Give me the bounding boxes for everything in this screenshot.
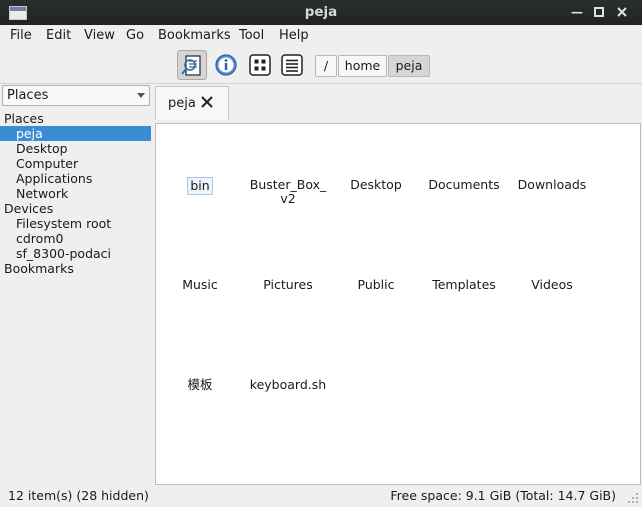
file-item[interactable]: keyboard.sh bbox=[244, 377, 332, 393]
file-item[interactable]: Desktop bbox=[332, 177, 420, 193]
file-name: Templates bbox=[432, 277, 496, 292]
file-item[interactable]: Downloads bbox=[508, 177, 596, 193]
icon-view-button[interactable] bbox=[245, 50, 275, 80]
search-view-icon bbox=[181, 55, 201, 76]
detail-view-icon bbox=[281, 54, 303, 76]
places-dropdown-label: Places bbox=[7, 88, 49, 103]
tree-item-network[interactable]: Network bbox=[0, 186, 153, 201]
menu-file[interactable]: File bbox=[10, 28, 32, 43]
file-name: Downloads bbox=[517, 177, 587, 192]
menu-view[interactable]: View bbox=[84, 28, 115, 43]
file-item[interactable]: Pictures bbox=[244, 277, 332, 293]
search-view-button[interactable] bbox=[177, 50, 207, 80]
places-dropdown[interactable]: Places bbox=[2, 85, 150, 106]
file-name: Buster_Box_ v2 bbox=[249, 177, 327, 206]
status-bar: 12 item(s) (28 hidden) Free space: 9.1 G… bbox=[0, 485, 642, 507]
file-name: Desktop bbox=[350, 177, 402, 192]
item-count: 12 item(s) (28 hidden) bbox=[8, 488, 149, 503]
file-name: Music bbox=[182, 277, 218, 292]
resize-grip-icon[interactable] bbox=[627, 492, 639, 504]
title-bar[interactable]: peja — bbox=[0, 0, 642, 25]
menu-go[interactable]: Go bbox=[126, 28, 144, 43]
file-name: bin bbox=[187, 177, 213, 195]
file-name: Public bbox=[357, 277, 395, 292]
places-tree: Places peja Desktop Computer Application… bbox=[0, 111, 153, 276]
info-button[interactable] bbox=[211, 50, 241, 80]
breadcrumb-peja[interactable]: peja bbox=[388, 55, 430, 77]
window-title: peja bbox=[304, 4, 338, 20]
file-item[interactable]: Public bbox=[332, 277, 420, 293]
file-item[interactable]: Templates bbox=[420, 277, 508, 293]
tree-header-bookmarks[interactable]: Bookmarks bbox=[0, 261, 153, 276]
file-item[interactable]: 模板 bbox=[156, 377, 244, 393]
menu-edit[interactable]: Edit bbox=[46, 28, 71, 43]
breadcrumb-root[interactable]: / bbox=[315, 55, 337, 77]
tree-item-computer[interactable]: Computer bbox=[0, 156, 153, 171]
info-icon bbox=[215, 54, 237, 76]
tree-header-places[interactable]: Places bbox=[0, 111, 153, 126]
file-item[interactable]: Documents bbox=[420, 177, 508, 193]
file-name: keyboard.sh bbox=[249, 377, 327, 392]
chevron-down-icon bbox=[137, 93, 145, 98]
breadcrumb-home[interactable]: home bbox=[338, 55, 387, 77]
file-item[interactable]: Videos bbox=[508, 277, 596, 293]
tree-header-devices[interactable]: Devices bbox=[0, 201, 153, 216]
close-window-icon[interactable] bbox=[614, 4, 630, 20]
file-name: Documents bbox=[428, 177, 500, 192]
detail-view-button[interactable] bbox=[277, 50, 307, 80]
menu-tool[interactable]: Tool bbox=[239, 28, 264, 43]
tab-label: peja bbox=[168, 96, 196, 111]
tree-item-sf-8300-podaci[interactable]: sf_8300-podaci bbox=[0, 246, 153, 261]
free-space: Free space: 9.1 GiB (Total: 14.7 GiB) bbox=[390, 488, 616, 503]
minimize-icon[interactable]: — bbox=[569, 4, 585, 20]
toolbar: / home peja bbox=[0, 46, 642, 84]
tab-bar: peja bbox=[155, 84, 642, 124]
menu-bookmarks[interactable]: Bookmarks bbox=[158, 28, 231, 43]
file-view[interactable]: bin Buster_Box_ v2 Desktop Documents Down… bbox=[155, 123, 641, 485]
menu-bar: File Edit View Go Bookmarks Tool Help bbox=[0, 25, 642, 46]
file-name: Pictures bbox=[263, 277, 313, 292]
file-item[interactable]: Buster_Box_ v2 bbox=[244, 177, 332, 207]
file-name: Videos bbox=[531, 277, 573, 292]
file-item[interactable]: bin bbox=[156, 177, 244, 195]
tree-item-filesystem-root[interactable]: Filesystem root bbox=[0, 216, 153, 231]
tab-peja[interactable]: peja bbox=[155, 86, 229, 120]
tree-item-cdrom0[interactable]: cdrom0 bbox=[0, 231, 153, 246]
tree-item-applications[interactable]: Applications bbox=[0, 171, 153, 186]
icon-view-icon bbox=[249, 54, 271, 76]
file-item[interactable]: Music bbox=[156, 277, 244, 293]
tree-item-desktop[interactable]: Desktop bbox=[0, 141, 153, 156]
side-panel: Places Places peja Desktop Computer Appl… bbox=[0, 84, 153, 485]
close-tab-icon[interactable] bbox=[200, 95, 214, 113]
file-name: 模板 bbox=[187, 377, 213, 392]
menu-help[interactable]: Help bbox=[279, 28, 309, 43]
tree-item-peja[interactable]: peja bbox=[0, 126, 151, 141]
maximize-icon[interactable] bbox=[591, 4, 607, 20]
